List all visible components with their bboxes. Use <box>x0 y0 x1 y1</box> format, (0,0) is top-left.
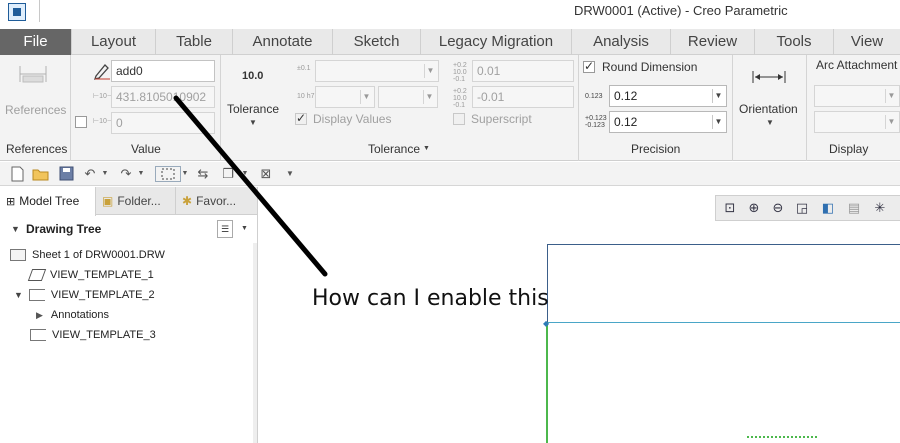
annotation-arrow <box>173 95 328 277</box>
annotation-text: How can I enable this <box>312 286 549 311</box>
